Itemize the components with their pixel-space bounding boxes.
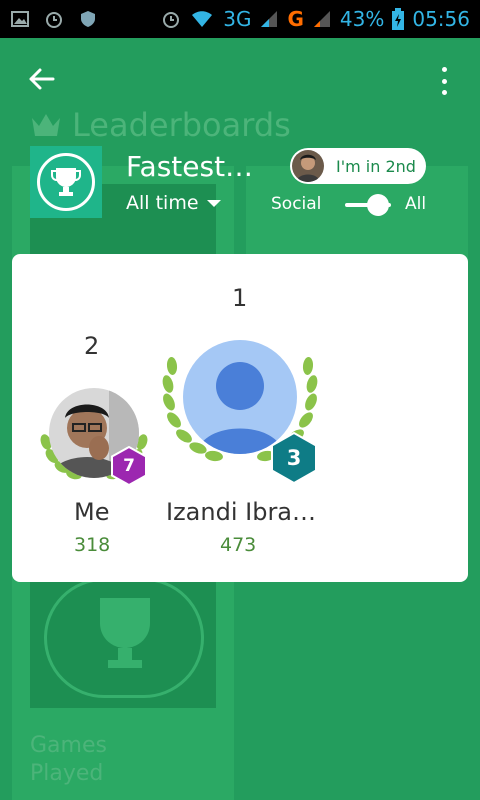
player-name: Izandi Ibra…: [166, 498, 317, 526]
back-button[interactable]: [24, 62, 58, 96]
social-all-toggle[interactable]: Social All: [271, 192, 431, 218]
status-bar: 3G G 43% 05:56: [0, 0, 480, 38]
leaderboard-title: Fastest…: [126, 150, 254, 183]
player-score: 318: [74, 534, 111, 556]
avatar: [292, 150, 324, 182]
level-badge: 3: [270, 431, 318, 485]
my-rank-label: I'm in 2nd: [336, 156, 416, 176]
signal-icon: [261, 11, 278, 27]
dot-icon: [441, 67, 447, 72]
time-filter-label: All time: [126, 192, 199, 214]
alarm-icon: [46, 12, 62, 28]
signal-icon: [313, 11, 330, 27]
trophy-icon: [51, 168, 81, 196]
wifi-icon: [192, 11, 213, 27]
clock: 05:56: [412, 7, 470, 31]
time-filter-dropdown[interactable]: All time: [126, 192, 221, 214]
battery-icon: [392, 8, 405, 30]
dot-icon: [441, 90, 447, 95]
level-number: 3: [286, 446, 302, 470]
background-card-label: Games Played: [30, 733, 107, 786]
toggle-social-label: Social: [271, 194, 322, 214]
player-name: Me: [74, 498, 110, 526]
dot-icon: [441, 78, 447, 84]
my-rank-chip[interactable]: I'm in 2nd: [290, 148, 426, 184]
leaderboard-icon: [30, 146, 102, 218]
network-3g-label: 3G: [223, 7, 252, 31]
place-number: 1: [232, 284, 248, 312]
player-score: 473: [220, 534, 257, 556]
place-number: 2: [84, 332, 100, 360]
podium-card: 2 7 Me 318 1 3 Izandi Ibra… 473: [12, 254, 468, 582]
shield-icon: [81, 11, 95, 27]
app-bar: [0, 38, 480, 118]
level-badge: 7: [110, 445, 148, 487]
back-arrow-icon: [29, 68, 55, 90]
level-number: 7: [123, 456, 135, 476]
gallery-icon: [11, 11, 29, 27]
overflow-menu-button[interactable]: [432, 64, 456, 98]
toggle-all-label: All: [405, 194, 427, 214]
network-g-label: G: [287, 7, 304, 31]
trophy-icon: [100, 598, 150, 668]
alarm-icon: [163, 12, 180, 28]
battery-percent: 43%: [339, 7, 385, 31]
caret-down-icon: [206, 199, 221, 207]
toggle-knob[interactable]: [367, 194, 389, 216]
